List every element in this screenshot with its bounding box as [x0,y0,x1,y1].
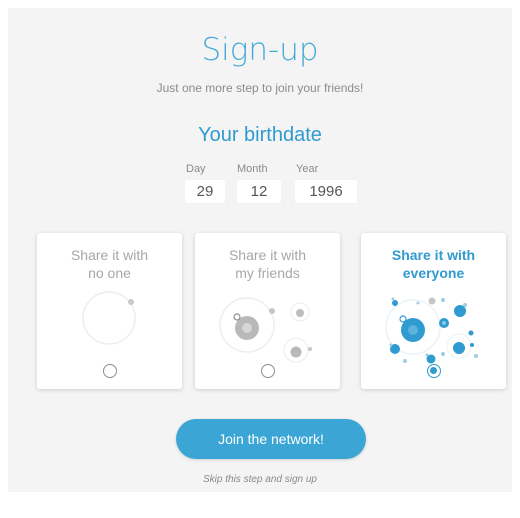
join-network-button[interactable]: Join the network! [176,419,366,459]
share-friends-card[interactable]: Share it with my friends [195,233,340,389]
signup-panel: Sign-up Just one more step to join your … [8,8,512,492]
month-label: Month [237,163,268,175]
day-field[interactable]: 29 [185,180,225,203]
skip-link[interactable]: Skip this step and sign up [8,474,512,485]
birthdate-heading: Your birthdate [198,124,322,146]
share-everyone-radio[interactable] [427,364,441,378]
share-no-one-card[interactable]: Share it with no one [37,233,182,389]
day-label: Day [186,163,206,175]
month-field[interactable]: 12 [237,180,281,203]
share-friends-radio[interactable] [261,364,275,378]
share-everyone-card[interactable]: Share it with everyone [361,233,506,389]
page-subtitle: Just one more step to join your friends! [156,81,364,95]
share-no-one-radio[interactable] [103,364,117,378]
year-label: Year [296,163,319,175]
page-title: Sign-up [201,32,319,68]
year-field[interactable]: 1996 [295,180,357,203]
